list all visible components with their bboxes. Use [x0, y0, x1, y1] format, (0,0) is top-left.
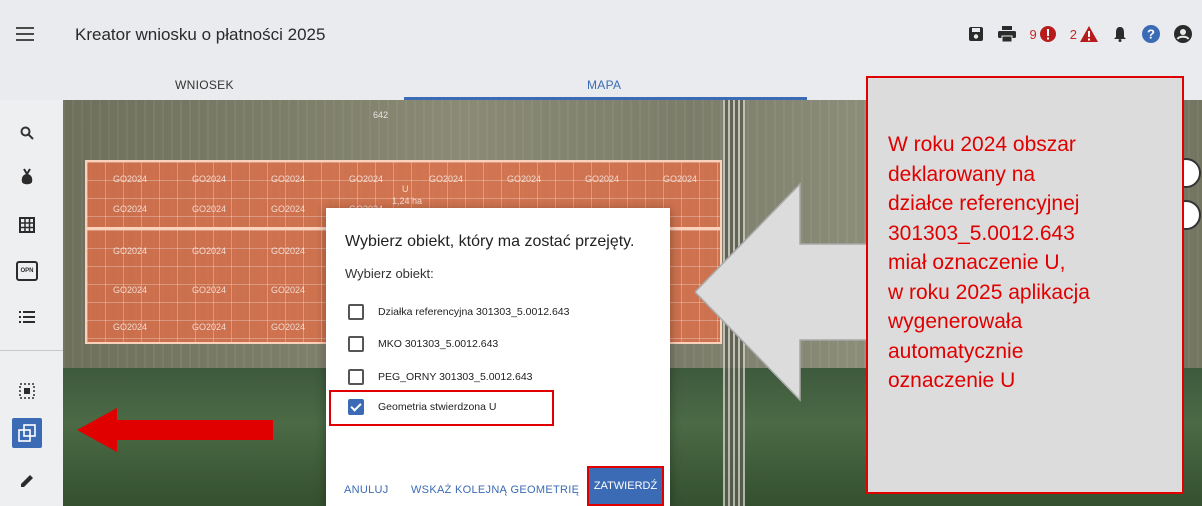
opn-label: OPN [16, 261, 38, 281]
save-icon[interactable] [968, 26, 984, 42]
list-icon[interactable] [12, 302, 42, 332]
checkbox[interactable] [348, 369, 364, 385]
option-label: PEG_ORNY 301303_5.0012.643 [378, 371, 533, 383]
parcel-label: GO2024 [585, 174, 620, 184]
select-area-icon[interactable] [12, 376, 42, 406]
highlight-arrow [77, 408, 273, 452]
select-object-dialog: Wybierz obiekt, który ma zostać przejęty… [326, 208, 670, 506]
parcel-label: GO2024 [192, 174, 227, 184]
errors-count: 9 [1029, 26, 1037, 42]
dialog-title: Wybierz obiekt, który ma zostać przejęty… [345, 233, 635, 250]
cancel-button[interactable]: ANULUJ [344, 484, 389, 496]
plant-icon[interactable] [12, 162, 42, 192]
app-bar: Kreator wniosku o płatności 2025 9 2 ? [0, 0, 1202, 70]
warnings-indicator[interactable]: 2 [1070, 26, 1098, 42]
menu-icon[interactable] [16, 27, 34, 41]
option-label: Działka referencyjna 301303_5.0012.643 [378, 306, 570, 318]
parcel-area: 1,24 ha [392, 196, 423, 206]
selected-option-highlight [329, 390, 554, 426]
parcel-label: GO2024 [429, 174, 464, 184]
option-mko[interactable]: MKO 301303_5.0012.643 [348, 336, 498, 352]
parcel-label: GO2024 [663, 174, 698, 184]
warning-icon [1080, 26, 1098, 42]
parcel-label: GO2024 [113, 204, 148, 214]
edit-icon[interactable] [12, 466, 42, 496]
parcel-label: GO2024 [192, 285, 227, 295]
tab-wniosek[interactable]: WNIOSEK [175, 70, 234, 100]
option-label: MKO 301303_5.0012.643 [378, 338, 499, 350]
checkbox[interactable] [348, 336, 364, 352]
svg-text:?: ? [1147, 27, 1155, 42]
parcel-label: GO2024 [113, 174, 148, 184]
option-peg-orny[interactable]: PEG_ORNY 301303_5.0012.643 [348, 369, 533, 385]
parcel-label: GO2024 [507, 174, 542, 184]
confirm-button[interactable]: ZATWIERDŹ [587, 466, 664, 506]
copy-geometry-icon[interactable] [12, 418, 42, 448]
grid-icon[interactable] [12, 210, 42, 240]
toolbar-divider [0, 350, 63, 351]
errors-indicator[interactable]: 9 [1030, 26, 1056, 42]
next-geometry-button[interactable]: WSKAŻ KOLEJNĄ GEOMETRIĘ [411, 484, 579, 496]
account-icon[interactable] [1174, 25, 1192, 43]
parcel-label: GO2024 [349, 174, 384, 184]
parcel-u-label: U [402, 184, 409, 194]
checkbox[interactable] [348, 304, 364, 320]
parcel-number: 642 [373, 110, 389, 120]
tab-mapa[interactable]: MAPA [587, 70, 621, 100]
callout-pointer [695, 182, 871, 402]
search-icon[interactable] [12, 118, 42, 148]
parcel-label: GO2024 [271, 204, 306, 214]
parcel-label: GO2024 [192, 204, 227, 214]
header-actions: 9 2 ? [954, 25, 1192, 43]
print-icon[interactable] [997, 26, 1016, 42]
parcel-label: GO2024 [271, 285, 306, 295]
parcel-label: GO2024 [192, 322, 227, 332]
parcel-label: GO2024 [113, 322, 148, 332]
annotation-text: W roku 2024 obszar deklarowany na działc… [888, 133, 1090, 392]
map-toolbar: OPN [0, 100, 63, 506]
parcel-label: GO2024 [271, 322, 306, 332]
parcel-label: GO2024 [192, 246, 227, 256]
app-title: Kreator wniosku o płatności 2025 [75, 25, 326, 44]
option-dzialka-referencyjna[interactable]: Działka referencyjna 301303_5.0012.643 [348, 304, 569, 320]
parcel-label: GO2024 [271, 246, 306, 256]
help-icon[interactable]: ? [1142, 25, 1160, 43]
annotation-callout: W roku 2024 obszar deklarowany na działc… [866, 76, 1184, 494]
opn-icon[interactable]: OPN [12, 256, 42, 286]
parcel-label: GO2024 [113, 285, 148, 295]
dialog-subtitle: Wybierz obiekt: [345, 266, 434, 281]
parcel-label: GO2024 [271, 174, 306, 184]
bell-icon[interactable] [1112, 26, 1128, 42]
error-icon [1039, 26, 1056, 42]
warnings-count: 2 [1069, 26, 1077, 42]
parcel-label: GO2024 [113, 246, 148, 256]
